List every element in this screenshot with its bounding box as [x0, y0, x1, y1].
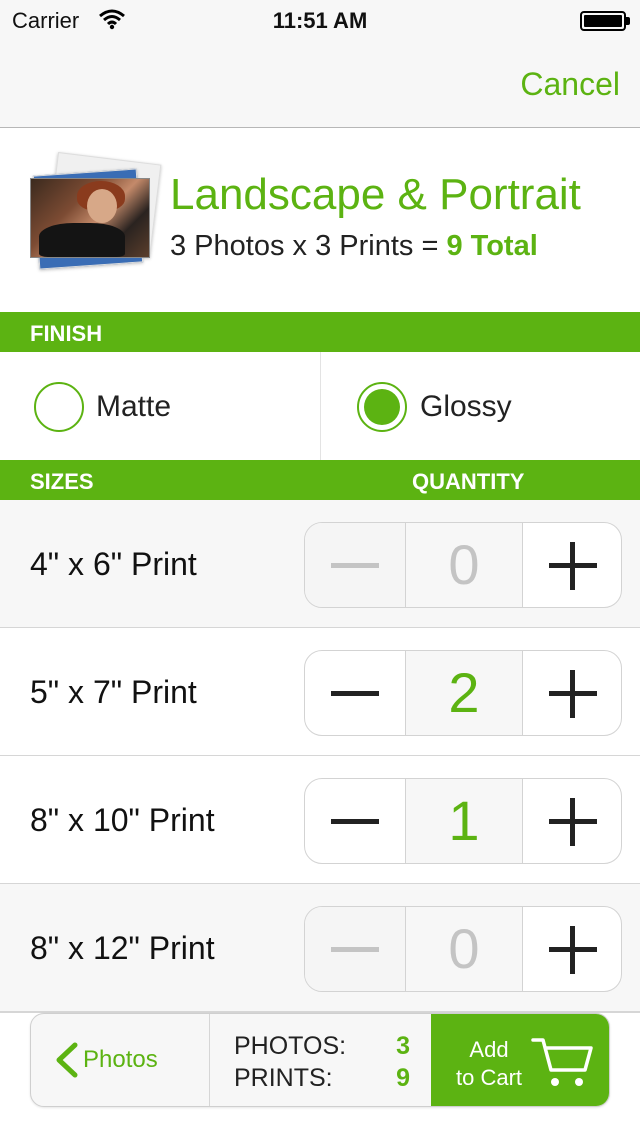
quantity-stepper: 0 — [304, 906, 622, 992]
add-to-cart-label-line1: Add — [469, 1037, 509, 1062]
radio-selected-dot — [364, 389, 400, 425]
glossy-radio[interactable] — [357, 382, 407, 432]
checkout-toolbar: Photos PHOTOS: 3 PRINTS: 9 Add to Cart — [30, 1013, 610, 1107]
cancel-button[interactable]: Cancel — [520, 66, 620, 103]
decrement-button[interactable] — [305, 523, 405, 607]
battery-tip — [626, 17, 630, 25]
prints-count-row: PRINTS: 9 — [234, 1064, 410, 1093]
add-to-cart-label: Add to Cart — [449, 1036, 529, 1092]
back-label: Photos — [83, 1046, 158, 1073]
sizes-section-header: SIZES QUANTITY — [0, 460, 640, 500]
photo-thumbnail-stack — [28, 152, 162, 276]
thumbnail-photo — [30, 178, 150, 258]
finish-option-matte[interactable]: Matte — [0, 352, 320, 460]
size-label: 4" x 6" Print — [30, 546, 197, 582]
size-label: 8" x 12" Print — [30, 930, 215, 966]
minus-icon — [331, 691, 379, 696]
size-label: 8" x 10" Print — [30, 802, 215, 838]
sizes-section-label: SIZES — [30, 469, 94, 494]
minus-icon — [331, 819, 379, 824]
back-to-photos-button[interactable]: Photos — [31, 1014, 209, 1106]
prints-count-value: 9 — [396, 1064, 410, 1092]
product-summary: 3 Photos x 3 Prints = 9 Total — [170, 230, 538, 263]
quantity-value: 1 — [405, 779, 523, 863]
glossy-label: Glossy — [420, 390, 512, 423]
minus-icon — [331, 563, 379, 568]
battery-icon — [580, 11, 626, 31]
quantity-stepper: 0 — [304, 522, 622, 608]
chevron-left-icon — [56, 1042, 78, 1078]
decrement-button[interactable] — [305, 651, 405, 735]
size-row-8x12: 8" x 12" Print 0 — [0, 884, 640, 1012]
status-time: 11:51 AM — [272, 8, 368, 33]
size-label: 5" x 7" Print — [30, 674, 197, 710]
increment-button[interactable] — [523, 907, 621, 991]
status-bar: Carrier 11:51 AM — [0, 0, 640, 40]
photos-count-label: PHOTOS: — [234, 1032, 347, 1060]
bottom-bar: Photos PHOTOS: 3 PRINTS: 9 Add to Cart — [0, 1012, 640, 1136]
minus-icon — [331, 947, 379, 952]
summary-total: 9 Total — [446, 230, 538, 262]
finish-section-header: FINISH — [0, 312, 640, 352]
matte-label: Matte — [96, 390, 172, 423]
navigation-bar: Carrier 11:51 AM Cancel — [0, 0, 640, 128]
finish-section-label: FINISH — [30, 321, 103, 346]
product-header: Landscape & Portrait 3 Photos x 3 Prints… — [0, 128, 640, 312]
quantity-stepper: 2 — [304, 650, 622, 736]
order-counts: PHOTOS: 3 PRINTS: 9 — [209, 1014, 431, 1106]
quantity-section-label: QUANTITY — [412, 469, 525, 494]
size-list: 4" x 6" Print 0 5" x 7" Print 2 8" x 10"… — [0, 500, 640, 1012]
quantity-value: 0 — [405, 907, 523, 991]
product-title: Landscape & Portrait — [170, 170, 581, 219]
increment-button[interactable] — [523, 651, 621, 735]
cart-icon — [531, 1038, 593, 1086]
add-to-cart-label-line2: to Cart — [455, 1065, 523, 1090]
matte-radio[interactable] — [34, 382, 84, 432]
quantity-stepper: 1 — [304, 778, 622, 864]
photos-count-row: PHOTOS: 3 — [234, 1032, 410, 1061]
summary-text: 3 Photos x 3 Prints = — [170, 230, 447, 262]
finish-options: Matte Glossy — [0, 352, 640, 460]
photos-count-value: 3 — [396, 1032, 410, 1060]
size-row-4x6: 4" x 6" Print 0 — [0, 500, 640, 628]
quantity-value: 0 — [405, 523, 523, 607]
size-row-8x10: 8" x 10" Print 1 — [0, 756, 640, 884]
quantity-value: 2 — [405, 651, 523, 735]
increment-button[interactable] — [523, 779, 621, 863]
decrement-button[interactable] — [305, 779, 405, 863]
prints-count-label: PRINTS: — [234, 1064, 333, 1092]
finish-option-glossy[interactable]: Glossy — [321, 352, 640, 460]
decrement-button[interactable] — [305, 907, 405, 991]
add-to-cart-button[interactable]: Add to Cart — [431, 1014, 609, 1106]
increment-button[interactable] — [523, 523, 621, 607]
size-row-5x7: 5" x 7" Print 2 — [0, 628, 640, 756]
